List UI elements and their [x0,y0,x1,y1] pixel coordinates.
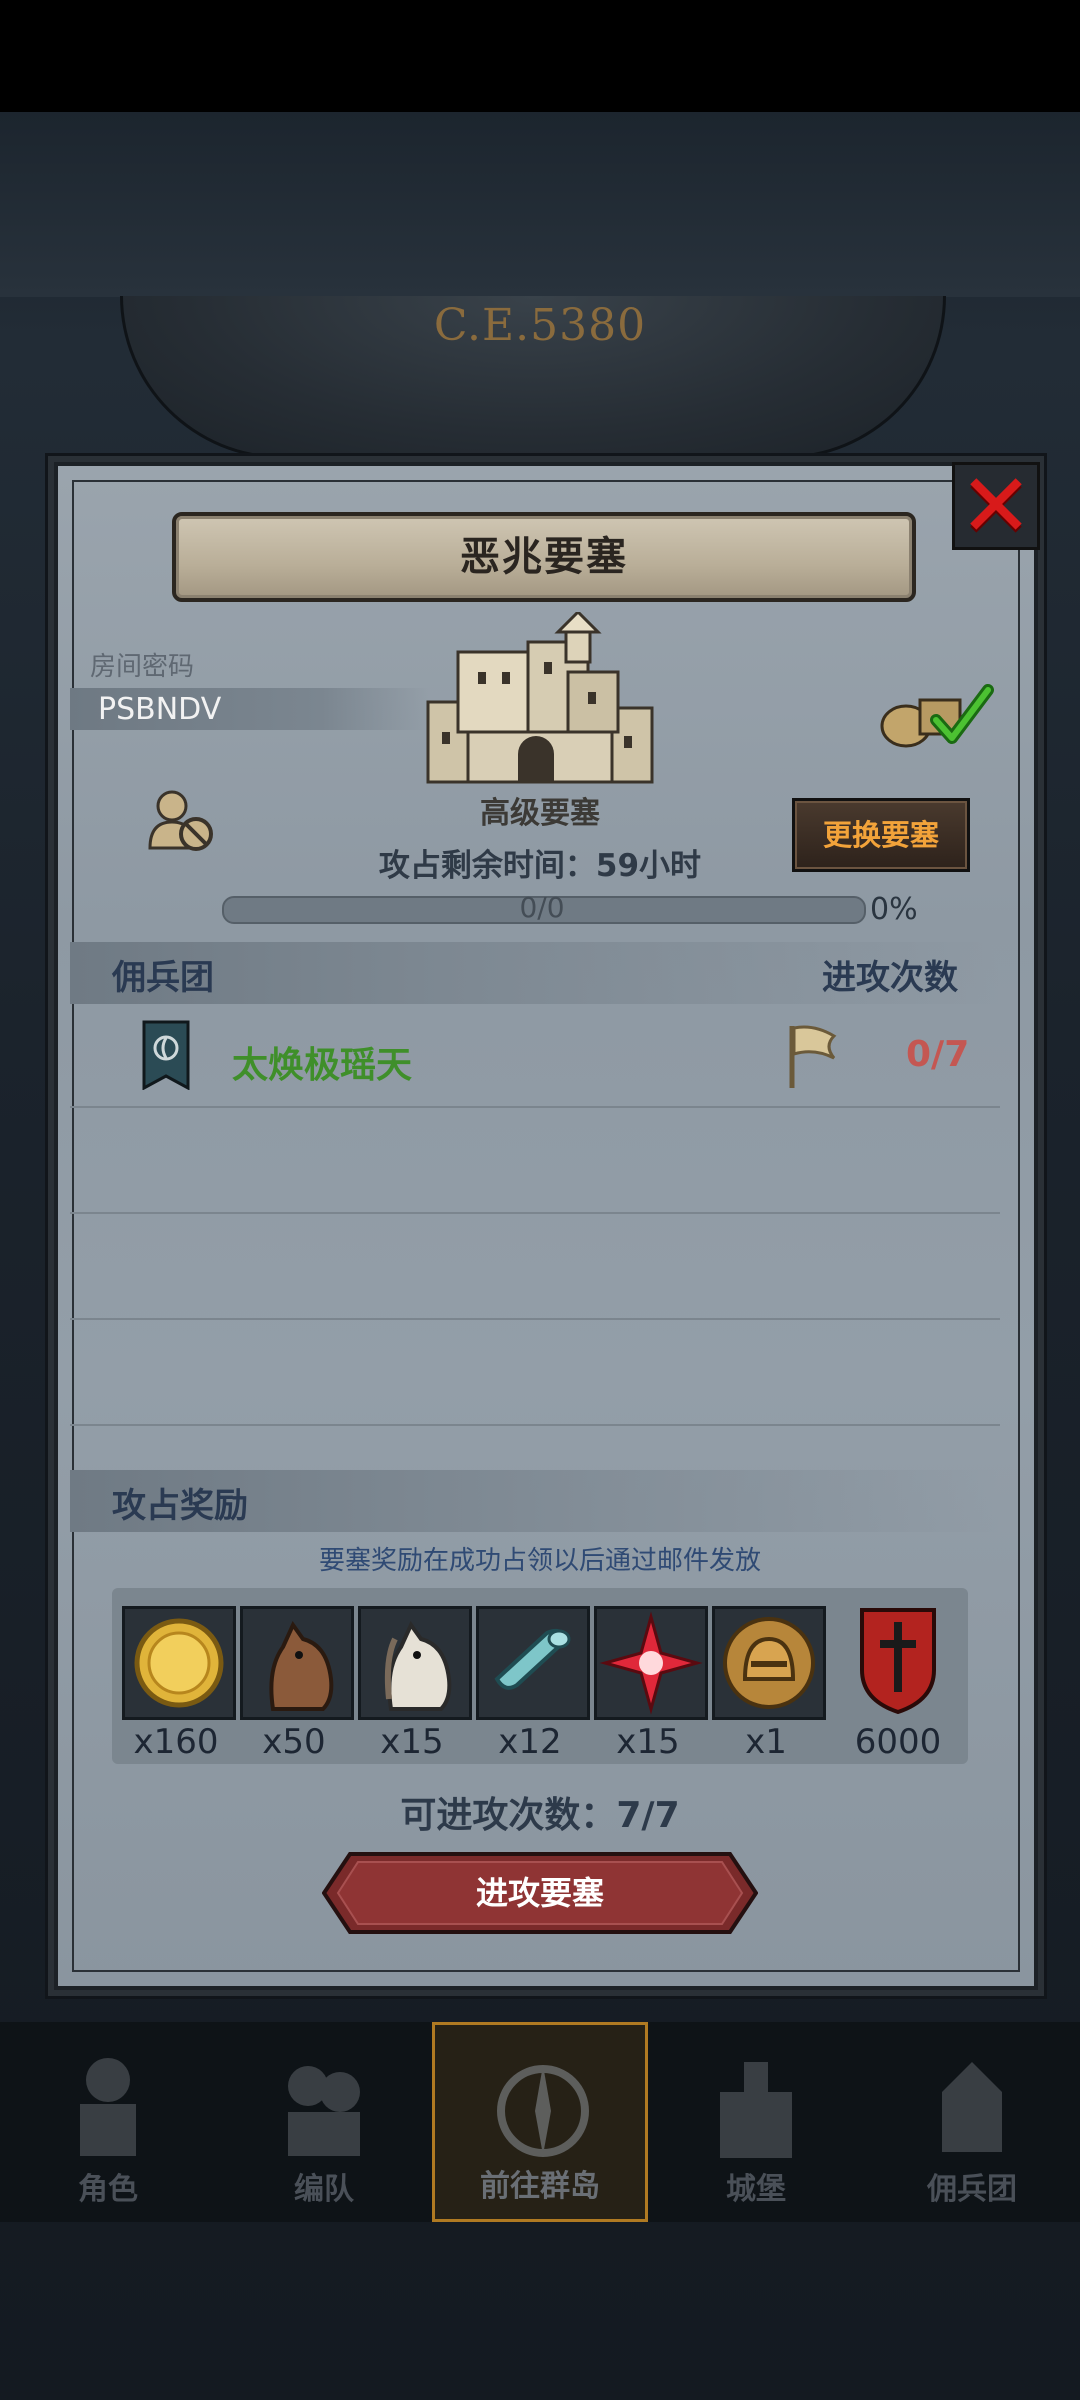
capture-progress-label: 0/0 [519,891,565,924]
reward-slot[interactable] [594,1606,708,1720]
status-bar [0,0,1080,112]
row-divider [70,1106,1000,1108]
close-button[interactable]: ✕ [952,462,1040,550]
reward-qty: 6000 [854,1722,942,1762]
reward-qty: x50 [262,1722,326,1762]
mercenary-icon [942,2062,1002,2152]
guild-banner-icon [142,1020,190,1090]
nav-item-castle[interactable]: 城堡 [648,2022,864,2222]
nav-label: 城堡 [726,2172,786,2207]
header-area [0,112,1080,297]
castle-nav-icon [720,2062,792,2158]
knight-icon [80,2058,136,2156]
compass-icon [497,2065,589,2157]
rewards-header: 攻占奖励 [112,1486,248,1526]
gold-coin-icon [134,1618,224,1708]
castle-icon [426,612,654,784]
guild-attack-count: 0/7 [906,1034,970,1075]
attack-count-header: 进攻次数 [822,958,958,998]
capture-progress-percent: 0% [870,892,918,927]
close-icon[interactable]: ✕ [959,462,1033,550]
room-password-value: PSBNDV [98,692,222,727]
reward-qty: x12 [498,1722,562,1762]
reward-slot[interactable] [476,1606,590,1720]
room-password-label: 房间密码 [90,652,195,682]
sword-shield-icon[interactable] [858,1606,938,1714]
reward-qty: x15 [616,1722,680,1762]
nav-item-character[interactable]: 角色 [0,2022,216,2222]
guild-name[interactable]: 太焕极瑶天 [232,1036,412,1088]
reward-slot[interactable] [122,1606,236,1720]
brown-horse-icon [269,1621,334,1711]
reward-slot[interactable] [240,1606,354,1720]
white-horse-icon [384,1621,452,1711]
knight-helmet-icon [723,1617,815,1709]
rewards-notice: 要塞奖励在成功占领以后通过邮件发放 [318,1546,761,1576]
nav-label: 前往群岛 [480,2169,600,2204]
remaining-time: 攻占剩余时间：59小时 [378,848,702,884]
title-banner: 恶兆要塞 [172,512,916,602]
nav-label: 角色 [78,2172,138,2207]
nav-item-islands[interactable]: 前往群岛 [432,2022,648,2222]
mercenary-header: 佣兵团 [112,958,214,998]
formation-icon [288,2066,360,2156]
attacks-available: 可进攻次数：7/7 [400,1795,680,1836]
reward-slot[interactable] [712,1606,826,1720]
nav-label: 编队 [294,2172,354,2207]
flag-icon [789,1025,837,1088]
reward-qty: x15 [380,1722,444,1762]
era-label: C.E.5380 [433,300,647,351]
nav-label: 佣兵团 [927,2172,1017,2207]
attack-fortress-label[interactable]: 进攻要塞 [322,1852,758,1934]
red-star-icon [599,1611,703,1715]
reward-qty: x160 [133,1722,219,1762]
dialog-title: 恶兆要塞 [460,534,628,580]
row-divider [70,1424,1000,1426]
row-divider [70,1318,1000,1320]
reward-qty: x1 [745,1722,787,1762]
supply-bag-icon[interactable] [876,680,994,750]
nav-item-mercenary[interactable]: 佣兵团 [864,2022,1080,2222]
row-divider [70,1212,1000,1214]
nav-item-formation[interactable]: 编队 [216,2022,432,2222]
reward-slot[interactable] [358,1606,472,1720]
cloth-roll-icon [494,1629,571,1690]
